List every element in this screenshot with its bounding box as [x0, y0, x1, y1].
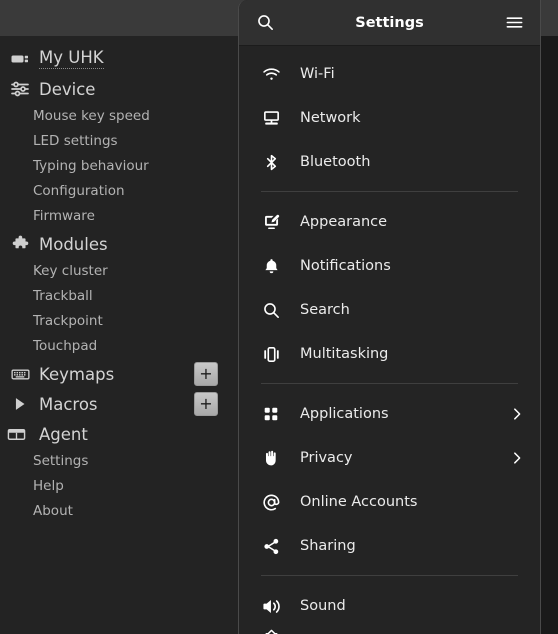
sidebar-subitem-help[interactable]: Help — [0, 474, 240, 499]
bell-icon — [261, 256, 281, 276]
settings-row-label: Wi-Fi — [300, 66, 335, 82]
sidebar-subitem-key-cluster[interactable]: Key cluster — [0, 259, 240, 284]
sidebar-item-label: Device — [39, 79, 96, 99]
settings-row-label: Online Accounts — [300, 494, 418, 510]
appearance-brush-icon — [261, 212, 281, 232]
app-sidebar: My UHK Device Mouse key speed LED settin… — [0, 36, 240, 634]
sidebar-item-modules[interactable]: Modules — [0, 229, 240, 259]
bluetooth-icon — [261, 152, 281, 172]
sidebar-item-my-uhk[interactable]: My UHK — [0, 44, 240, 74]
sidebar-subitem-settings[interactable]: Settings — [0, 449, 240, 474]
hand-privacy-icon — [261, 448, 281, 468]
settings-row-online-accounts[interactable]: Online Accounts — [239, 480, 540, 524]
settings-row-next-partial[interactable] — [239, 628, 540, 634]
hamburger-menu-icon[interactable] — [503, 12, 525, 34]
sidebar-item-device[interactable]: Device — [0, 74, 240, 104]
settings-separator — [261, 575, 518, 576]
sidebar-subitem-firmware[interactable]: Firmware — [0, 204, 240, 229]
chevron-right-icon — [510, 407, 524, 421]
settings-row-multitasking[interactable]: Multitasking — [239, 332, 540, 376]
share-nodes-icon — [261, 536, 281, 556]
settings-row-label: Multitasking — [300, 346, 389, 362]
settings-row-applications[interactable]: Applications — [239, 392, 540, 436]
settings-list: Wi-Fi Network Bluetooth Appearance Notif… — [239, 46, 540, 634]
settings-row-label: Bluetooth — [300, 154, 371, 170]
settings-row-notifications[interactable]: Notifications — [239, 244, 540, 288]
settings-row-appearance[interactable]: Appearance — [239, 200, 540, 244]
search-icon — [261, 300, 281, 320]
sidebar-item-label: Agent — [39, 424, 88, 444]
search-icon[interactable] — [254, 12, 276, 34]
keyboard-icon — [10, 364, 30, 384]
keyboard-device-icon — [10, 49, 30, 69]
settings-row-label: Network — [300, 110, 361, 126]
wifi-icon — [261, 64, 281, 84]
sidebar-item-label: Keymaps — [39, 364, 115, 384]
settings-separator — [261, 383, 518, 384]
grid-apps-icon — [261, 404, 281, 424]
settings-row-label: Notifications — [300, 258, 391, 274]
settings-row-sharing[interactable]: Sharing — [239, 524, 540, 568]
sidebar-item-label: Modules — [39, 234, 108, 254]
multitasking-icon — [261, 344, 281, 364]
settings-header: Settings — [239, 0, 540, 46]
settings-row-label: Privacy — [300, 450, 353, 466]
sidebar-subitem-configuration[interactable]: Configuration — [0, 179, 240, 204]
sliders-icon — [10, 79, 30, 99]
sidebar-item-label: My UHK — [39, 48, 104, 70]
sidebar-item-agent[interactable]: Agent — [0, 419, 240, 449]
chevron-right-icon — [510, 451, 524, 465]
sidebar-item-macros[interactable]: Macros + — [0, 389, 240, 419]
sidebar-subitem-about[interactable]: About — [0, 499, 240, 524]
settings-panel: Settings Wi-Fi Network Bluetooth Appeara… — [238, 0, 541, 634]
network-monitor-icon — [261, 108, 281, 128]
agent-window-icon — [6, 424, 26, 444]
speaker-volume-icon — [261, 596, 281, 616]
sidebar-item-label: Macros — [39, 394, 98, 414]
sidebar-item-keymaps[interactable]: Keymaps + — [0, 359, 240, 389]
sidebar-subitem-trackpoint[interactable]: Trackpoint — [0, 309, 240, 334]
settings-row-label: Appearance — [300, 214, 388, 230]
settings-row-network[interactable]: Network — [239, 96, 540, 140]
settings-row-wifi[interactable]: Wi-Fi — [239, 52, 540, 96]
at-sign-icon — [261, 492, 281, 512]
settings-row-bluetooth[interactable]: Bluetooth — [239, 140, 540, 184]
sidebar-subitem-touchpad[interactable]: Touchpad — [0, 334, 240, 359]
settings-row-label: Sound — [300, 598, 346, 614]
settings-row-privacy[interactable]: Privacy — [239, 436, 540, 480]
settings-separator — [261, 191, 518, 192]
settings-row-label: Sharing — [300, 538, 356, 554]
sidebar-subitem-mouse-key-speed[interactable]: Mouse key speed — [0, 104, 240, 129]
add-keymap-button[interactable]: + — [194, 362, 218, 386]
settings-row-search[interactable]: Search — [239, 288, 540, 332]
sidebar-subitem-trackball[interactable]: Trackball — [0, 284, 240, 309]
puzzle-piece-icon — [10, 234, 30, 254]
page-title: Settings — [355, 14, 424, 31]
settings-row-sound[interactable]: Sound — [239, 584, 540, 628]
add-macro-button[interactable]: + — [194, 392, 218, 416]
sidebar-subitem-typing-behaviour[interactable]: Typing behaviour — [0, 154, 240, 179]
partial-cut-off-icon — [261, 627, 281, 634]
play-triangle-icon — [10, 394, 30, 414]
sidebar-subitem-led-settings[interactable]: LED settings — [0, 129, 240, 154]
settings-row-label: Search — [300, 302, 350, 318]
settings-row-label: Applications — [300, 406, 389, 422]
